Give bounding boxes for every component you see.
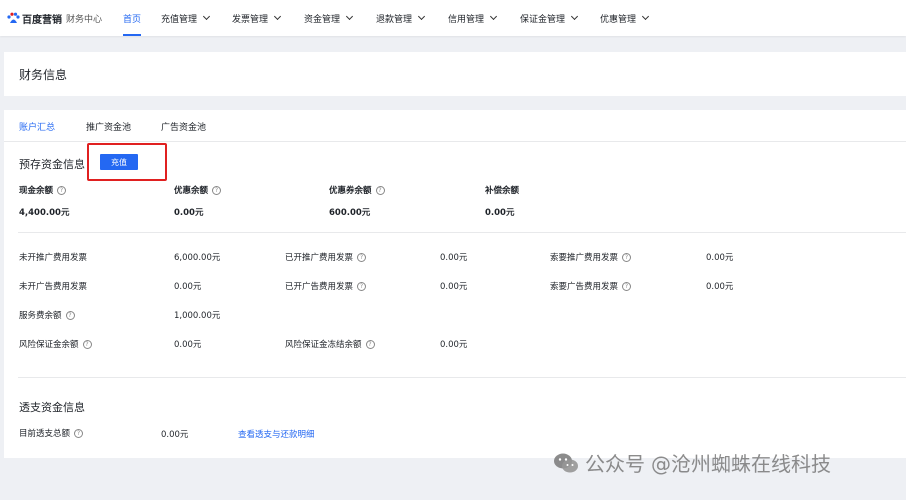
nav-invoice[interactable]: 发票管理 [232, 0, 282, 36]
chevron-down-icon [570, 12, 579, 21]
help-icon[interactable]: ? [357, 281, 367, 291]
requested-promo-invoice-value: 0.00元 [706, 253, 734, 263]
page-title-card: 财务信息 [4, 52, 906, 96]
cash-balance-value: 4,400.00元 [19, 208, 70, 218]
nav-deposit-label: 保证金管理 [520, 14, 566, 25]
help-icon[interactable]: ? [82, 339, 92, 349]
overdraft-detail-link[interactable]: 查看透支与还款明细 [238, 428, 315, 440]
nav-recharge[interactable]: 充值管理 [161, 0, 211, 36]
help-icon[interactable]: ? [74, 428, 84, 438]
issued-promo-invoice-value: 0.00元 [440, 253, 468, 263]
service-fee-value: 1,000.00元 [174, 311, 221, 321]
help-icon[interactable]: ? [375, 185, 385, 195]
coupon-balance-label: 优惠券余额? [329, 184, 385, 196]
chevron-down-icon [641, 12, 650, 21]
issued-promo-invoice-label-text: 已开推广费用发票 [285, 253, 354, 263]
requested-ad-invoice-value: 0.00元 [706, 282, 734, 292]
page-title: 财务信息 [19, 68, 68, 82]
finance-summary-card: 账户汇总 推广资金池 广告资金池 预存资金信息 充值 现金余额? 4,400.0… [4, 110, 906, 458]
watermark-id: @沧州蜘蛛在线科技 [651, 452, 831, 476]
nav-recharge-label: 充值管理 [161, 14, 198, 25]
service-fee-label-text: 服务费余额 [19, 311, 62, 321]
tab-promotion-fund-pool[interactable]: 推广资金池 [86, 120, 131, 133]
requested-ad-invoice-label-text: 索要广告费用发票 [550, 282, 619, 292]
nav-credit-label: 信用管理 [448, 14, 485, 25]
help-icon[interactable]: ? [357, 252, 367, 262]
compensation-balance-value: 0.00元 [485, 208, 515, 218]
discount-balance-label-text: 优惠余额 [174, 186, 209, 196]
overdraft-total-value: 0.00元 [161, 430, 189, 440]
requested-promo-invoice-label-text: 索要推广费用发票 [550, 253, 619, 263]
help-icon[interactable]: ? [65, 310, 75, 320]
compensation-balance-label: 补偿余额 [485, 186, 520, 196]
overdraft-total-label-text: 目前透支总额 [19, 429, 71, 439]
divider [18, 377, 906, 378]
unissued-ad-invoice-value: 0.00元 [174, 282, 202, 292]
baidu-paw-icon [7, 12, 20, 23]
issued-ad-invoice-value: 0.00元 [440, 282, 468, 292]
help-icon[interactable]: ? [57, 185, 67, 195]
nav-refund-label: 退款管理 [376, 14, 413, 25]
coupon-balance-value: 600.00元 [329, 208, 371, 218]
brand-name: 百度营销 [22, 14, 62, 26]
tab-bar: 账户汇总 推广资金池 广告资金池 [4, 110, 906, 142]
top-navbar: 百度营销 财务中心 首页 充值管理 发票管理 资金管理 退款管理 信用管理 保证… [0, 0, 906, 36]
nav-credit[interactable]: 信用管理 [448, 0, 498, 36]
overdraft-total-label: 目前透支总额? [19, 427, 84, 439]
divider [18, 232, 906, 233]
help-icon[interactable]: ? [622, 252, 632, 262]
requested-ad-invoice-label: 索要广告费用发票? [550, 280, 632, 292]
nav-funds[interactable]: 资金管理 [304, 0, 354, 36]
discount-balance-value: 0.00元 [174, 208, 204, 218]
issued-promo-invoice-label: 已开推广费用发票? [285, 251, 367, 263]
watermark-text: 公众号 [585, 452, 645, 476]
nav-discount[interactable]: 优惠管理 [600, 0, 650, 36]
chevron-down-icon [489, 12, 498, 21]
help-icon[interactable]: ? [212, 185, 222, 195]
risk-deposit-frozen-label: 风险保证金冻结余额? [285, 338, 375, 350]
risk-deposit-frozen-value: 0.00元 [440, 340, 468, 350]
nav-refund[interactable]: 退款管理 [376, 0, 426, 36]
unissued-ad-invoice-label: 未开广告费用发票 [19, 282, 88, 292]
chevron-down-icon [273, 12, 282, 21]
help-icon[interactable]: ? [622, 281, 632, 291]
risk-deposit-label: 风险保证金余额? [19, 338, 92, 350]
help-icon[interactable]: ? [365, 339, 375, 349]
nav-home-label: 首页 [123, 14, 142, 25]
chevron-down-icon [345, 12, 354, 21]
unissued-promo-invoice-value: 6,000.00元 [174, 253, 221, 263]
requested-promo-invoice-label: 索要推广费用发票? [550, 251, 632, 263]
brand-subtitle: 财务中心 [66, 14, 103, 25]
nav-invoice-label: 发票管理 [232, 14, 269, 25]
highlight-box [87, 143, 167, 181]
tab-ad-fund-pool[interactable]: 广告资金池 [161, 120, 206, 133]
tab-account-summary[interactable]: 账户汇总 [19, 120, 55, 133]
prepaid-section-title: 预存资金信息 [19, 158, 85, 171]
nav-deposit[interactable]: 保证金管理 [520, 0, 579, 36]
overdraft-section-title: 透支资金信息 [19, 401, 85, 414]
risk-deposit-frozen-label-text: 风险保证金冻结余额 [285, 340, 362, 350]
cash-balance-label: 现金余额? [19, 184, 67, 196]
issued-ad-invoice-label-text: 已开广告费用发票 [285, 282, 354, 292]
nav-discount-label: 优惠管理 [600, 14, 637, 25]
cash-balance-label-text: 现金余额 [19, 186, 54, 196]
service-fee-label: 服务费余额? [19, 309, 75, 321]
nav-home[interactable]: 首页 [123, 0, 142, 36]
logo[interactable]: 百度营销 财务中心 [6, 11, 118, 26]
discount-balance-label: 优惠余额? [174, 184, 222, 196]
chevron-down-icon [202, 12, 211, 21]
nav-funds-label: 资金管理 [304, 14, 341, 25]
risk-deposit-label-text: 风险保证金余额 [19, 340, 79, 350]
chevron-down-icon [417, 12, 426, 21]
issued-ad-invoice-label: 已开广告费用发票? [285, 280, 367, 292]
risk-deposit-value: 0.00元 [174, 340, 202, 350]
watermark: 公众号 @沧州蜘蛛在线科技 [553, 448, 831, 477]
unissued-promo-invoice-label: 未开推广费用发票 [19, 253, 88, 263]
coupon-balance-label-text: 优惠券余额 [329, 186, 372, 196]
wechat-icon [554, 453, 578, 472]
